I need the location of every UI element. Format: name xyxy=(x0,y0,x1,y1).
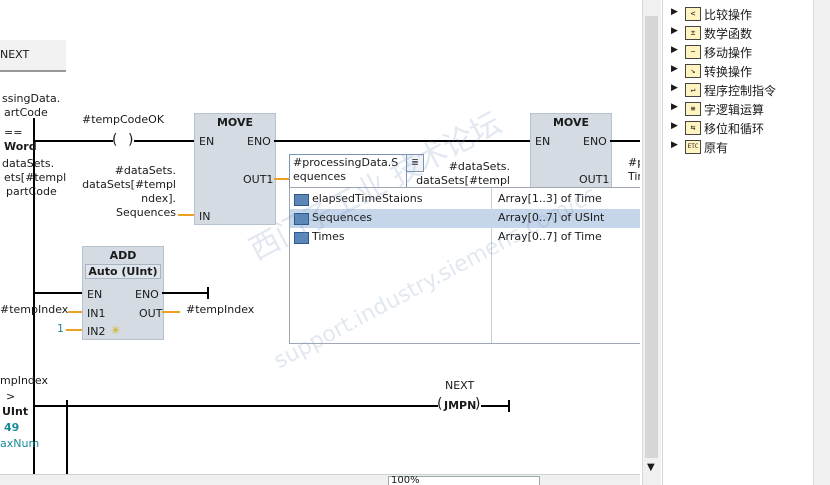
move-block-1[interactable]: MOVE EN ENO OUT1 IN xyxy=(194,113,276,225)
out1-connector xyxy=(274,178,290,180)
rung-wire-bottom xyxy=(33,405,438,407)
cmp2-operator: > xyxy=(6,390,16,403)
add-pin-eno: ENO xyxy=(135,288,159,301)
editor-vertical-scrollbar[interactable]: ▼ xyxy=(642,0,661,485)
move2-out-operand-2[interactable]: Tin xyxy=(628,170,640,183)
contact-symbol[interactable]: ( ) xyxy=(112,131,134,149)
rung-wire-bottom-end xyxy=(481,405,509,407)
expand-arrow-icon[interactable]: ▶ xyxy=(671,83,678,93)
program-control-icon: ↵ xyxy=(685,83,701,97)
tree-item-compare[interactable]: ▶ < 比较操作 xyxy=(663,4,830,23)
add-out-connector xyxy=(162,311,180,313)
scroll-thumb[interactable] xyxy=(645,16,658,458)
add-in2-connector xyxy=(66,329,82,331)
expand-arrow-icon[interactable]: ▶ xyxy=(671,7,678,17)
add-pin-in1: IN1 xyxy=(87,307,106,320)
expand-arrow-icon[interactable]: ▶ xyxy=(671,140,678,150)
pin-eno: ENO xyxy=(247,135,271,148)
editor-status-bar: 100% xyxy=(0,474,640,485)
add-block-type[interactable]: Auto (UInt) xyxy=(85,264,161,279)
math-icon: ± xyxy=(685,26,701,40)
rung-wire-bottom-cap xyxy=(508,400,510,412)
expand-arrow-icon[interactable]: ▶ xyxy=(671,45,678,55)
expand-arrow-icon[interactable]: ▶ xyxy=(671,26,678,36)
in-connector xyxy=(178,214,194,216)
dropdown-row-times[interactable]: Times Array[0..7] of Time xyxy=(290,228,640,247)
add-input-star-icon[interactable]: ✳ xyxy=(111,324,120,337)
cmp2-operand-2[interactable]: 49 xyxy=(4,421,19,434)
rung-wire-4 xyxy=(610,140,640,142)
expand-arrow-icon[interactable]: ▶ xyxy=(671,64,678,74)
move2-block-title: MOVE xyxy=(552,116,590,129)
power-rail-lower xyxy=(66,400,68,475)
zoom-select[interactable]: 100% xyxy=(388,475,540,485)
pin-in: IN xyxy=(199,210,211,223)
tree-item-shift-rotate[interactable]: ▶ ⇆ 移位和循环 xyxy=(663,118,830,137)
network-title-bar: NEXT xyxy=(0,40,66,72)
tree-item-move[interactable]: ▶ ~ 移动操作 xyxy=(663,42,830,61)
add-eno-end xyxy=(207,287,209,299)
shift-rotate-icon: ⇆ xyxy=(685,121,701,135)
rung-wire-2 xyxy=(134,140,194,142)
add-en-wire xyxy=(33,292,82,294)
cmp-operand-2b[interactable]: ets[#templ xyxy=(4,171,66,184)
jump-label-next: NEXT xyxy=(0,48,30,61)
move-block-2[interactable]: MOVE EN ENO OUT1 xyxy=(530,113,612,195)
add-eno-wire xyxy=(162,292,208,294)
add-out-operand[interactable]: #tempIndex xyxy=(186,303,254,316)
cmp-operand-2c[interactable]: partCode xyxy=(6,185,57,198)
cmp2-operand-3[interactable]: axNum xyxy=(0,437,39,450)
add-pin-en: EN xyxy=(87,288,103,301)
cmp-operand-1[interactable]: ssingData. xyxy=(2,92,60,105)
ladder-editor[interactable]: NEXT ssingData. artCode == Word dataSets… xyxy=(0,0,640,485)
move1-in-operand-2[interactable]: dataSets[#templ xyxy=(80,178,176,191)
tree-item-legacy[interactable]: ▶ ETC 原有 xyxy=(663,137,830,156)
move1-in-operand-4[interactable]: Sequences xyxy=(100,206,176,219)
contact-operand[interactable]: #tempCodeOK xyxy=(82,113,164,126)
add-in2-operand[interactable]: 1 xyxy=(57,322,64,335)
add-block[interactable]: ADD Auto (UInt) EN ENO IN1 OUT IN2 ✳ xyxy=(82,246,164,340)
move2-pin-eno: ENO xyxy=(583,135,607,148)
add-in1-operand[interactable]: #tempIndex xyxy=(0,303,68,316)
convert-icon: ↘ xyxy=(685,64,701,78)
rung-wire-1 xyxy=(33,140,113,142)
legacy-icon: ETC xyxy=(685,140,701,154)
tree-item-program-control[interactable]: ▶ ↵ 程序控制指令 xyxy=(663,80,830,99)
tree-item-convert[interactable]: ▶ ↘ 转换操作 xyxy=(663,61,830,80)
move2-pin-en: EN xyxy=(535,135,551,148)
move1-in-operand-3[interactable]: ndex]. xyxy=(110,192,176,205)
move-icon: ~ xyxy=(685,45,701,59)
compare-icon: < xyxy=(685,7,701,21)
scroll-down-arrow-icon[interactable]: ▼ xyxy=(647,462,655,473)
cmp2-type: UInt xyxy=(2,405,29,418)
word-logic-icon: ≡ xyxy=(685,102,701,116)
cmp-operand-2[interactable]: dataSets. xyxy=(2,157,54,170)
add-block-title: ADD xyxy=(109,249,137,262)
move2-out-operand-1[interactable]: #p xyxy=(628,156,640,169)
jmpn-label[interactable]: NEXT xyxy=(445,379,474,392)
instructions-panel: ▶ < 比较操作 ▶ ± 数学函数 ▶ ~ 移动操作 ▶ ↘ 转换操作 ▶ ↵ … xyxy=(662,0,830,485)
move-block-title: MOVE xyxy=(216,116,254,129)
move1-in-operand-1[interactable]: #dataSets. xyxy=(110,164,176,177)
add-pin-in2: IN2 xyxy=(87,325,106,338)
jmpn-coil[interactable]: ( JMPN ) xyxy=(437,396,481,415)
add-in1-connector xyxy=(68,311,82,313)
panel-scrollbar[interactable] xyxy=(813,0,830,485)
expand-arrow-icon[interactable]: ▶ xyxy=(671,102,678,112)
pin-out1: OUT1 xyxy=(243,173,274,186)
cmp2-operand-1[interactable]: mpIndex xyxy=(0,374,48,387)
expand-arrow-icon[interactable]: ▶ xyxy=(671,121,678,131)
cmp-type: Word xyxy=(4,140,37,153)
tree-item-math[interactable]: ▶ ± 数学函数 xyxy=(663,23,830,42)
cmp-operator: == xyxy=(4,126,23,139)
pin-en: EN xyxy=(199,135,215,148)
add-pin-out: OUT xyxy=(139,307,163,320)
tree-item-word-logic[interactable]: ▶ ≡ 字逻辑运算 xyxy=(663,99,830,118)
cmp-operand-1b[interactable]: artCode xyxy=(4,106,48,119)
